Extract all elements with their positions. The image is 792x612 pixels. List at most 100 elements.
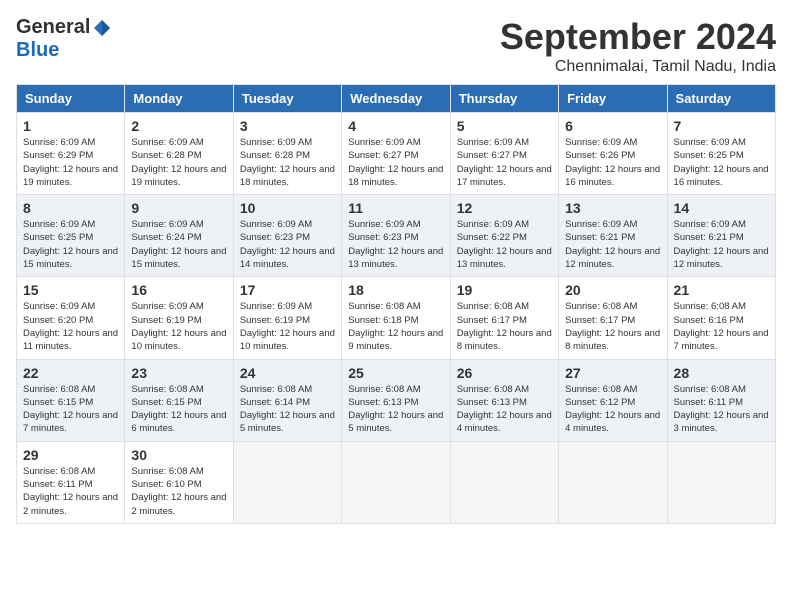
table-cell [667, 441, 775, 523]
day-number: 18 [348, 282, 443, 298]
day-detail: Sunrise: 6:09 AM Sunset: 6:24 PM Dayligh… [131, 218, 226, 271]
table-cell: 27 Sunrise: 6:08 AM Sunset: 6:12 PM Dayl… [559, 359, 667, 441]
day-detail: Sunrise: 6:09 AM Sunset: 6:29 PM Dayligh… [23, 136, 118, 189]
day-detail: Sunrise: 6:08 AM Sunset: 6:12 PM Dayligh… [565, 383, 660, 436]
table-cell: 18 Sunrise: 6:08 AM Sunset: 6:18 PM Dayl… [342, 277, 450, 359]
day-number: 27 [565, 365, 660, 381]
day-number: 14 [674, 200, 769, 216]
day-number: 21 [674, 282, 769, 298]
table-cell: 30 Sunrise: 6:08 AM Sunset: 6:10 PM Dayl… [125, 441, 233, 523]
table-cell [559, 441, 667, 523]
table-cell: 29 Sunrise: 6:08 AM Sunset: 6:11 PM Dayl… [17, 441, 125, 523]
week-row: 29 Sunrise: 6:08 AM Sunset: 6:11 PM Dayl… [17, 441, 776, 523]
day-detail: Sunrise: 6:09 AM Sunset: 6:23 PM Dayligh… [348, 218, 443, 271]
day-number: 1 [23, 118, 118, 134]
day-number: 17 [240, 282, 335, 298]
day-detail: Sunrise: 6:09 AM Sunset: 6:25 PM Dayligh… [674, 136, 769, 189]
table-cell [233, 441, 341, 523]
table-cell: 1 Sunrise: 6:09 AM Sunset: 6:29 PM Dayli… [17, 113, 125, 195]
header: General Blue September 2024 Chennimalai,… [16, 16, 776, 76]
day-number: 5 [457, 118, 552, 134]
table-cell: 13 Sunrise: 6:09 AM Sunset: 6:21 PM Dayl… [559, 195, 667, 277]
calendar-table: Sunday Monday Tuesday Wednesday Thursday… [16, 84, 776, 524]
table-cell: 14 Sunrise: 6:09 AM Sunset: 6:21 PM Dayl… [667, 195, 775, 277]
table-cell: 24 Sunrise: 6:08 AM Sunset: 6:14 PM Dayl… [233, 359, 341, 441]
logo: General Blue [16, 16, 112, 62]
day-detail: Sunrise: 6:08 AM Sunset: 6:17 PM Dayligh… [565, 300, 660, 353]
day-number: 29 [23, 447, 118, 463]
table-cell: 10 Sunrise: 6:09 AM Sunset: 6:23 PM Dayl… [233, 195, 341, 277]
day-number: 12 [457, 200, 552, 216]
day-number: 4 [348, 118, 443, 134]
table-cell [342, 441, 450, 523]
day-detail: Sunrise: 6:09 AM Sunset: 6:25 PM Dayligh… [23, 218, 118, 271]
day-detail: Sunrise: 6:09 AM Sunset: 6:26 PM Dayligh… [565, 136, 660, 189]
table-cell: 20 Sunrise: 6:08 AM Sunset: 6:17 PM Dayl… [559, 277, 667, 359]
col-tuesday: Tuesday [233, 85, 341, 113]
day-detail: Sunrise: 6:08 AM Sunset: 6:13 PM Dayligh… [457, 383, 552, 436]
table-cell [450, 441, 558, 523]
day-number: 16 [131, 282, 226, 298]
day-number: 22 [23, 365, 118, 381]
day-detail: Sunrise: 6:08 AM Sunset: 6:11 PM Dayligh… [23, 465, 118, 518]
table-cell: 11 Sunrise: 6:09 AM Sunset: 6:23 PM Dayl… [342, 195, 450, 277]
table-cell: 21 Sunrise: 6:08 AM Sunset: 6:16 PM Dayl… [667, 277, 775, 359]
day-detail: Sunrise: 6:09 AM Sunset: 6:28 PM Dayligh… [131, 136, 226, 189]
day-detail: Sunrise: 6:09 AM Sunset: 6:20 PM Dayligh… [23, 300, 118, 353]
day-number: 20 [565, 282, 660, 298]
day-detail: Sunrise: 6:09 AM Sunset: 6:28 PM Dayligh… [240, 136, 335, 189]
day-detail: Sunrise: 6:09 AM Sunset: 6:23 PM Dayligh… [240, 218, 335, 271]
col-sunday: Sunday [17, 85, 125, 113]
col-monday: Monday [125, 85, 233, 113]
day-number: 30 [131, 447, 226, 463]
day-detail: Sunrise: 6:08 AM Sunset: 6:13 PM Dayligh… [348, 383, 443, 436]
col-wednesday: Wednesday [342, 85, 450, 113]
day-detail: Sunrise: 6:08 AM Sunset: 6:17 PM Dayligh… [457, 300, 552, 353]
day-number: 11 [348, 200, 443, 216]
day-number: 25 [348, 365, 443, 381]
day-number: 9 [131, 200, 226, 216]
day-detail: Sunrise: 6:08 AM Sunset: 6:10 PM Dayligh… [131, 465, 226, 518]
col-thursday: Thursday [450, 85, 558, 113]
day-detail: Sunrise: 6:08 AM Sunset: 6:15 PM Dayligh… [131, 383, 226, 436]
day-number: 3 [240, 118, 335, 134]
week-row: 1 Sunrise: 6:09 AM Sunset: 6:29 PM Dayli… [17, 113, 776, 195]
header-row: Sunday Monday Tuesday Wednesday Thursday… [17, 85, 776, 113]
day-detail: Sunrise: 6:09 AM Sunset: 6:21 PM Dayligh… [565, 218, 660, 271]
col-saturday: Saturday [667, 85, 775, 113]
day-number: 28 [674, 365, 769, 381]
month-title: September 2024 [500, 16, 776, 58]
table-cell: 9 Sunrise: 6:09 AM Sunset: 6:24 PM Dayli… [125, 195, 233, 277]
page-container: General Blue September 2024 Chennimalai,… [16, 16, 776, 524]
table-cell: 8 Sunrise: 6:09 AM Sunset: 6:25 PM Dayli… [17, 195, 125, 277]
table-cell: 7 Sunrise: 6:09 AM Sunset: 6:25 PM Dayli… [667, 113, 775, 195]
table-cell: 6 Sunrise: 6:09 AM Sunset: 6:26 PM Dayli… [559, 113, 667, 195]
day-detail: Sunrise: 6:09 AM Sunset: 6:22 PM Dayligh… [457, 218, 552, 271]
day-detail: Sunrise: 6:08 AM Sunset: 6:16 PM Dayligh… [674, 300, 769, 353]
table-cell: 26 Sunrise: 6:08 AM Sunset: 6:13 PM Dayl… [450, 359, 558, 441]
day-number: 26 [457, 365, 552, 381]
day-detail: Sunrise: 6:09 AM Sunset: 6:27 PM Dayligh… [348, 136, 443, 189]
day-detail: Sunrise: 6:08 AM Sunset: 6:18 PM Dayligh… [348, 300, 443, 353]
day-number: 13 [565, 200, 660, 216]
col-friday: Friday [559, 85, 667, 113]
day-number: 19 [457, 282, 552, 298]
day-number: 24 [240, 365, 335, 381]
day-detail: Sunrise: 6:09 AM Sunset: 6:19 PM Dayligh… [240, 300, 335, 353]
table-cell: 17 Sunrise: 6:09 AM Sunset: 6:19 PM Dayl… [233, 277, 341, 359]
day-number: 7 [674, 118, 769, 134]
table-cell: 15 Sunrise: 6:09 AM Sunset: 6:20 PM Dayl… [17, 277, 125, 359]
logo-icon [92, 18, 112, 38]
table-cell: 19 Sunrise: 6:08 AM Sunset: 6:17 PM Dayl… [450, 277, 558, 359]
table-cell: 12 Sunrise: 6:09 AM Sunset: 6:22 PM Dayl… [450, 195, 558, 277]
day-number: 15 [23, 282, 118, 298]
table-cell: 5 Sunrise: 6:09 AM Sunset: 6:27 PM Dayli… [450, 113, 558, 195]
day-number: 6 [565, 118, 660, 134]
day-detail: Sunrise: 6:09 AM Sunset: 6:27 PM Dayligh… [457, 136, 552, 189]
logo-blue-text: Blue [16, 39, 59, 62]
day-number: 10 [240, 200, 335, 216]
day-detail: Sunrise: 6:08 AM Sunset: 6:11 PM Dayligh… [674, 383, 769, 436]
location: Chennimalai, Tamil Nadu, India [500, 58, 776, 76]
week-row: 8 Sunrise: 6:09 AM Sunset: 6:25 PM Dayli… [17, 195, 776, 277]
table-cell: 22 Sunrise: 6:08 AM Sunset: 6:15 PM Dayl… [17, 359, 125, 441]
